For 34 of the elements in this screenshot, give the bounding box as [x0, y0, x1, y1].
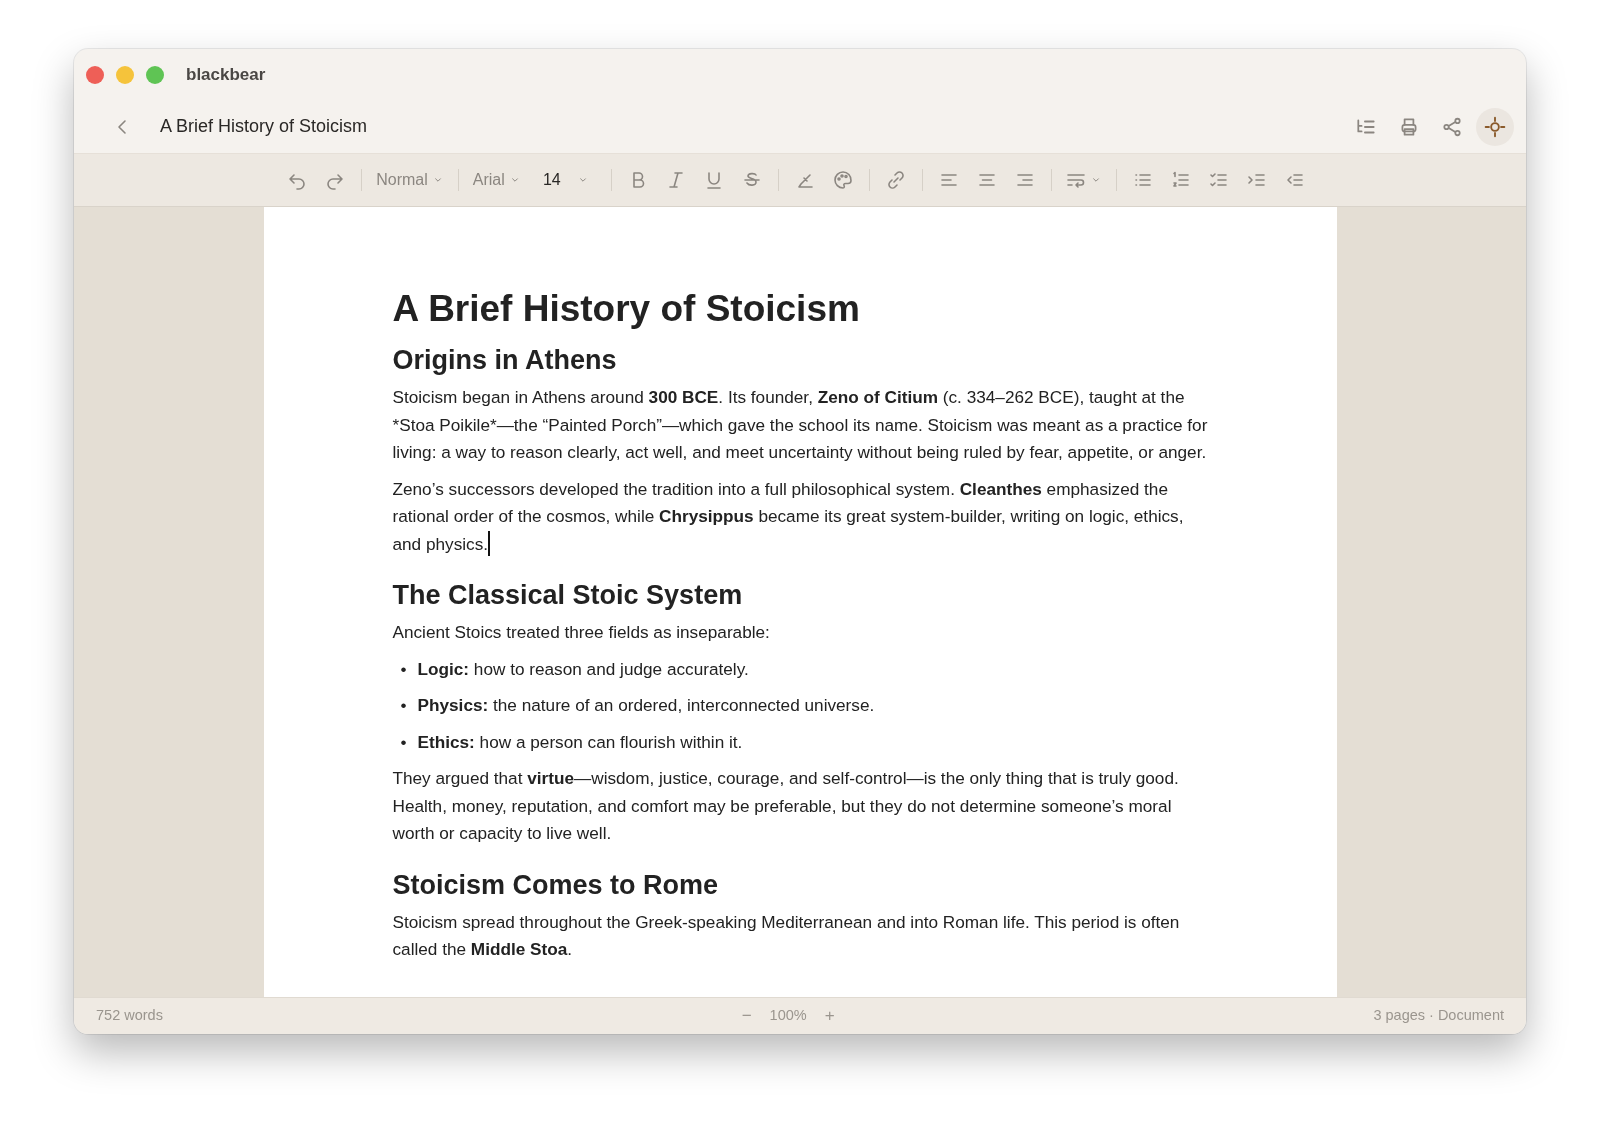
share-icon	[1441, 115, 1463, 138]
zoom-level: 100%	[769, 1006, 807, 1026]
palette-icon	[832, 170, 853, 190]
page-info: 3 pages · Document	[1373, 1006, 1504, 1026]
list-item: Logic: how to reason and judge accurately.	[417, 657, 749, 681]
paragraph: Stoicism spread throughout the Greek-speaking Mediterranean and into Roman life. This period is often called the Middle Stoa.	[392, 910, 1181, 961]
link-icon	[885, 170, 906, 190]
zoom-in-button[interactable]: +	[820, 1003, 839, 1029]
minimize-button[interactable]	[116, 65, 134, 84]
bullet-marker: •	[400, 657, 407, 681]
section-heading: Origins in Athens	[392, 344, 618, 377]
bullet-marker: •	[400, 694, 407, 717]
font-size-dropdown[interactable]: 14	[530, 164, 601, 196]
section-heading: The Classical Stoic System	[392, 579, 744, 612]
paragraph: Zeno’s successors developed the tradition into a full philosophical system. Cleanthes emphasized the rational order of the cosmos, while Chrysippus became its great system-builder, writing on logic, ethics, and physics.	[392, 477, 1185, 558]
app-name: blackbear	[186, 63, 266, 86]
numbered-list-icon	[1170, 170, 1191, 190]
paragraph: Stoicism began in Athens around 300 BCE. Its founder, Zeno of Citium (c. 334–262 BCE), taught at the *Stoa Poikile*—the “Painted Porch”—which gave the school its name. Stoicism was meant as a practice for living: a way to reason clearly, act well, and meet uncertainty without being ruled by fear, appetite, or anger.	[392, 386, 1209, 464]
zoom-out-button[interactable]: −	[737, 1003, 756, 1029]
font-dropdown[interactable]: Arial	[468, 164, 525, 196]
close-button[interactable]	[86, 65, 104, 84]
list-item: Physics: the nature of an ordered, interconnected universe.	[417, 694, 875, 717]
crosshair-icon	[1484, 115, 1506, 138]
section-heading: Stoicism Comes to Rome	[392, 868, 720, 902]
bullet-marker: •	[400, 730, 407, 754]
list-item: Ethics: how a person can flourish within it.	[417, 730, 743, 754]
style-dropdown[interactable]: Normal	[372, 164, 448, 196]
document-title: A Brief History of Stoicism	[160, 115, 368, 138]
document-heading: A Brief History of Stoicism	[392, 287, 861, 331]
word-count: 752 words	[96, 1006, 163, 1026]
paragraph: Ancient Stoics treated three fields as inseparable:	[392, 621, 771, 644]
focus-button[interactable]	[1476, 107, 1514, 146]
paragraph: They argued that virtue—wisdom, justice, courage, and self-control—is the only thing that is truly good. Health, money, reputation, and comfort may be preferable, but they do not determine someone’s moral worth or capacity to live well.	[392, 767, 1180, 845]
zoom-button[interactable]	[146, 65, 164, 84]
